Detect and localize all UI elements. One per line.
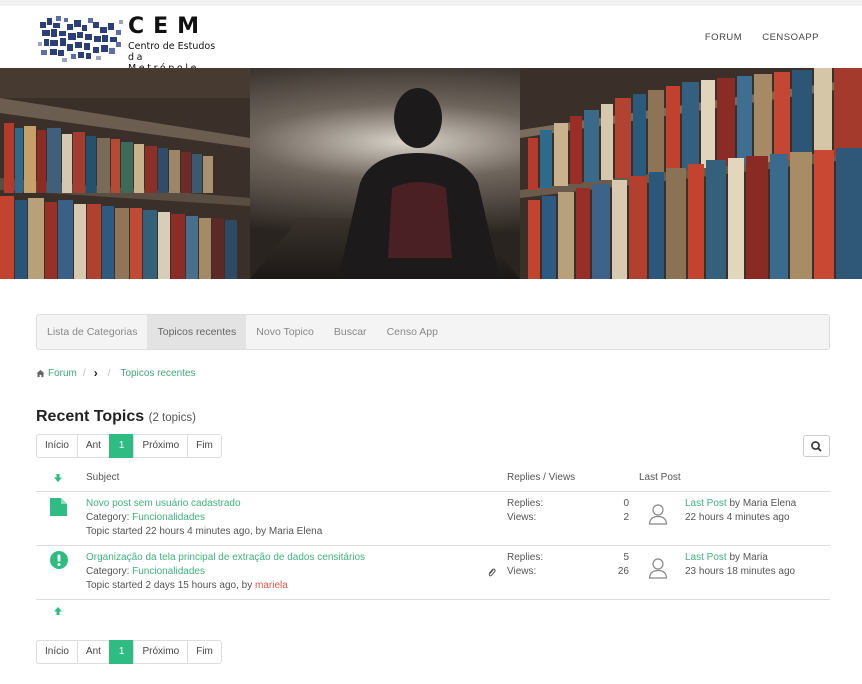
breadcrumb-current[interactable]: Topicos recentes (120, 368, 195, 379)
pagination-last[interactable]: Fim (187, 434, 222, 458)
col-last-post: Last Post (639, 472, 681, 483)
logo-mosaic-icon (38, 16, 123, 62)
logo-title: CEM (128, 14, 209, 39)
views-label: Views: (507, 566, 537, 577)
last-post-author[interactable]: Maria Elena (743, 498, 796, 509)
menu-lista-de-categorias[interactable]: Lista de Categorias (37, 315, 147, 349)
last-post-link[interactable]: Last Post (685, 552, 727, 563)
last-post-by: by (729, 552, 741, 563)
last-post-by: by (729, 498, 741, 509)
pagination-page-1[interactable]: 1 (108, 640, 135, 664)
replies-count: 5 (623, 552, 629, 563)
replies-label: Replies: (507, 498, 544, 509)
topic-title-link[interactable]: Novo post sem usuário cadastrado (86, 497, 241, 511)
table-row: Novo post sem usuário cadastrado Categor… (36, 492, 830, 546)
topic-started-text: Topic started 22 hours 4 minutes ago, by (86, 526, 267, 537)
views-count: 26 (617, 566, 629, 577)
last-post-author[interactable]: Maria (743, 552, 768, 563)
paperclip-icon (488, 568, 496, 577)
col-subject: Subject (86, 472, 120, 483)
category-link[interactable]: Funcionalidades (132, 566, 205, 577)
replies-label: Replies: (507, 552, 544, 563)
menu-censo-app[interactable]: Censo App (377, 315, 448, 349)
category-label: Category: (86, 512, 130, 523)
breadcrumb-separator: / (82, 367, 86, 379)
topic-author-link[interactable]: mariela (255, 580, 288, 591)
nav-forum-link[interactable]: FORUM (705, 32, 742, 43)
views-label: Views: (507, 512, 537, 523)
last-post-time: 22 hours 4 minutes ago (685, 512, 790, 523)
search-button[interactable] (803, 435, 830, 457)
col-replies-views: Replies / Views (507, 472, 576, 483)
pagination-prev[interactable]: Ant (76, 434, 110, 458)
topic-author-link[interactable]: Maria Elena (269, 526, 322, 537)
table-row: Organização da tela principal de extraçã… (36, 546, 830, 600)
top-nav: FORUM CENSOAPP (705, 32, 819, 43)
pagination-bottom: Início Ant 1 Próximo Fim (36, 640, 222, 664)
pagination-next[interactable]: Próximo (133, 434, 189, 458)
file-icon (50, 498, 67, 516)
chevron-right-icon: › (93, 366, 98, 380)
site-header: CEM Centro de Estudos da Metrópole FORUM… (0, 6, 862, 74)
logo-subtitle-line1: Centro de Estudos (128, 41, 216, 52)
forum-menu-bar: Lista de Categorias Topicos recentes Nov… (36, 314, 830, 350)
banner-image (0, 68, 862, 279)
views-count: 2 (623, 512, 629, 523)
last-post-link[interactable]: Last Post (685, 498, 727, 509)
last-post-time: 23 hours 18 minutes ago (685, 566, 796, 577)
pagination-top: Início Ant 1 Próximo Fim (36, 434, 222, 458)
nav-censoapp-link[interactable]: CENSOAPP (762, 32, 819, 43)
exclamation-circle-icon (50, 551, 68, 569)
pagination-page-1[interactable]: 1 (108, 434, 135, 458)
arrow-down-icon[interactable] (53, 473, 63, 483)
page-title: Recent Topics (2 topics) (36, 408, 196, 426)
pagination-last[interactable]: Fim (187, 640, 222, 664)
breadcrumb-forum-link[interactable]: Forum (48, 368, 77, 379)
category-label: Category: (86, 566, 130, 577)
library-photo (0, 68, 862, 279)
pagination-first[interactable]: Início (36, 434, 78, 458)
topic-started-text: Topic started 2 days 15 hours ago, by (86, 580, 253, 591)
topics-table-header: Subject Replies / Views Last Post (36, 468, 830, 492)
replies-count: 0 (623, 498, 629, 509)
breadcrumb: Forum / › / Topicos recentes (36, 366, 196, 380)
pagination-first[interactable]: Início (36, 640, 78, 664)
user-avatar-icon (648, 504, 668, 525)
topic-title-link[interactable]: Organização da tela principal de extraçã… (86, 551, 365, 565)
pagination-prev[interactable]: Ant (76, 640, 110, 664)
menu-novo-topico[interactable]: Novo Topico (246, 315, 324, 349)
menu-buscar[interactable]: Buscar (324, 315, 377, 349)
home-icon (36, 369, 45, 377)
breadcrumb-separator-2: / (107, 367, 111, 379)
menu-topicos-recentes[interactable]: Topicos recentes (147, 315, 247, 349)
arrow-up-icon[interactable] (53, 606, 63, 616)
category-link[interactable]: Funcionalidades (132, 512, 205, 523)
user-avatar-icon (648, 558, 668, 579)
pagination-next[interactable]: Próximo (133, 640, 189, 664)
search-icon (811, 441, 822, 452)
cem-logo[interactable]: CEM Centro de Estudos da Metrópole (38, 14, 218, 74)
topic-count: (2 topics) (148, 412, 196, 424)
page-title-text: Recent Topics (36, 408, 145, 425)
